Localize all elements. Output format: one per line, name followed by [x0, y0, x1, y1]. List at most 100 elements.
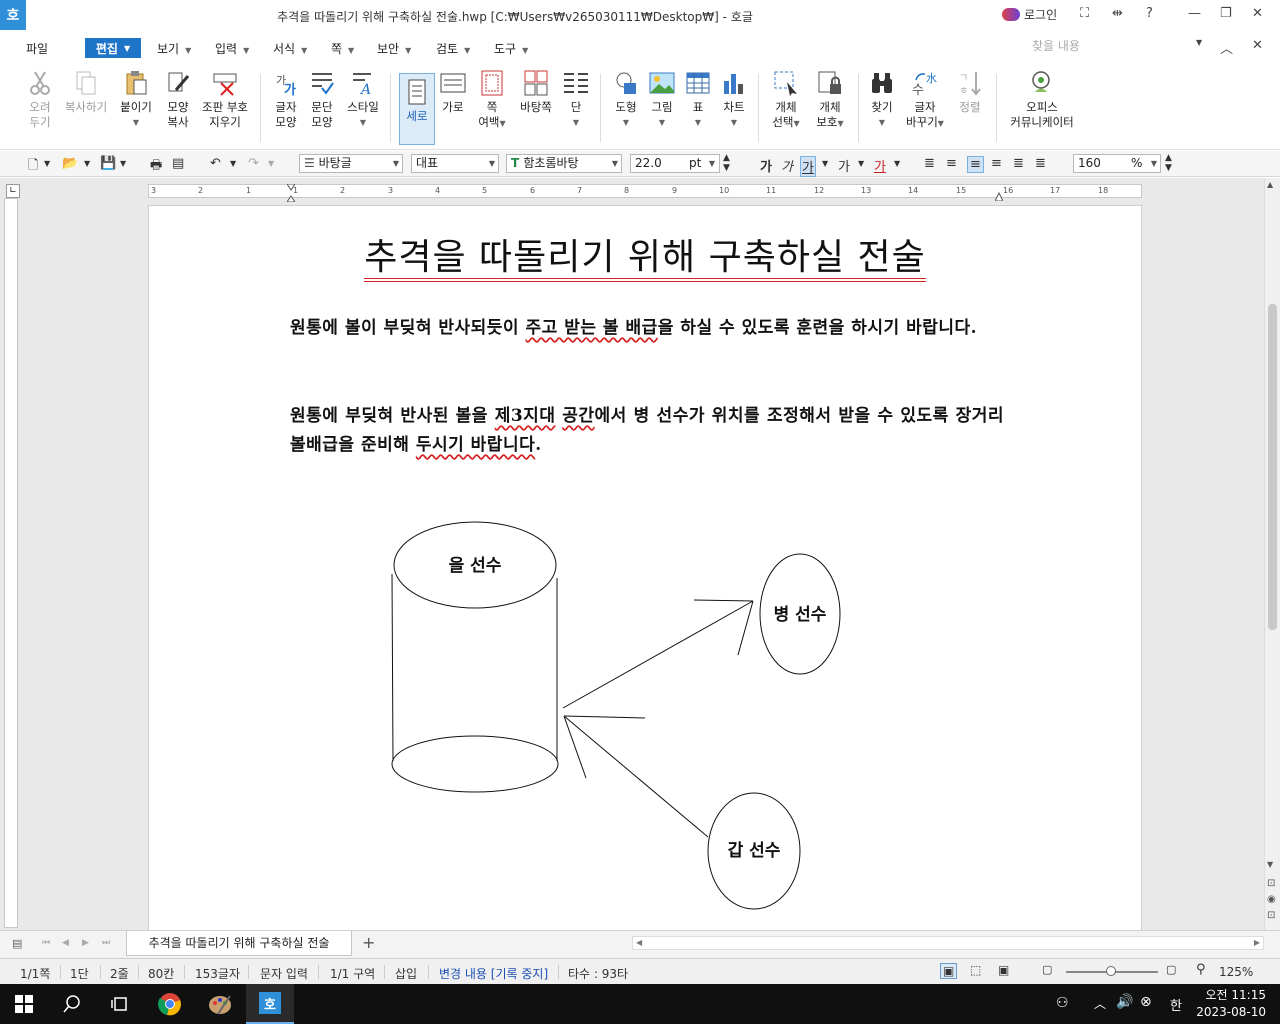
font-size-stepper[interactable]: ▲ ▼ — [723, 153, 730, 173]
vertical-scrollbar[interactable]: ▲ ▼ ⊡ ◉ ⊡ — [1264, 178, 1280, 930]
bold-button[interactable]: 가 — [760, 156, 772, 175]
ruler-indent-marker[interactable] — [286, 183, 296, 203]
divide-icon[interactable]: ≣ — [1035, 156, 1046, 171]
italic-button[interactable]: 가 — [781, 156, 793, 175]
font-size-input[interactable]: 22.0 pt ▼ — [630, 154, 720, 173]
last-tab-icon[interactable]: ⏭ — [102, 938, 110, 948]
horizontal-page-button[interactable]: 가로 — [438, 70, 468, 115]
zoom-fit-icon[interactable]: ▢ — [1042, 963, 1052, 976]
windows-start-icon[interactable] — [0, 984, 48, 1024]
document-title[interactable]: 추격을 따돌리기 위해 구축하실 전술 — [148, 228, 1142, 282]
add-tab-button[interactable]: + — [362, 933, 375, 952]
paste-button[interactable]: 붙이기 ▼ — [116, 70, 156, 130]
page-margin-button[interactable]: 쪽 여백▼ — [474, 70, 510, 131]
restore-button[interactable]: ❐ — [1220, 6, 1232, 21]
format-copy-button[interactable]: 모양 복사 — [160, 70, 196, 130]
open-folder-icon[interactable]: 📂 — [62, 156, 78, 171]
paragraph-1[interactable]: 원통에 볼이 부딪혀 반사되듯이 주고 받는 볼 배급을 하실 수 있도록 훈련… — [290, 314, 1004, 343]
status-page[interactable]: 1/1쪽 — [20, 965, 50, 982]
expand-width-icon[interactable]: ⇹ — [1112, 6, 1123, 21]
find-button[interactable]: 찾기 ▼ — [866, 70, 898, 130]
style-select[interactable]: ☰ 바탕글 ▼ — [299, 154, 403, 173]
prev-tab-icon[interactable]: ◀ — [62, 938, 69, 948]
scroll-thumb[interactable] — [1268, 304, 1277, 630]
status-track-changes[interactable]: 변경 내용 [기록 중지] — [439, 965, 548, 982]
sheet-list-icon[interactable]: ▤ — [12, 937, 22, 950]
hwp-taskbar-icon[interactable]: 호 — [246, 984, 294, 1024]
menu-edit[interactable]: 편집 ▼ — [85, 38, 141, 58]
font-select[interactable]: T 함초롬바탕 ▼ — [506, 154, 622, 173]
vertical-page-button[interactable]: 세로 — [399, 73, 435, 145]
menu-tools[interactable]: 도구 ▼ — [494, 40, 528, 57]
vertical-ruler[interactable] — [4, 198, 18, 928]
browse-object-icon[interactable]: ◉ — [1267, 894, 1276, 905]
ime-indicator[interactable]: 한 — [1170, 995, 1182, 1014]
chevron-down-icon[interactable]: ▼ — [268, 159, 274, 168]
sort-button[interactable]: ㄱㅎ 정렬 — [954, 70, 986, 115]
scroll-right-icon[interactable]: ▶ — [1254, 938, 1260, 947]
menu-page[interactable]: 쪽 ▼ — [331, 40, 354, 57]
search-dropdown-icon[interactable]: ▼ — [1196, 38, 1202, 47]
font-color-button[interactable]: 가 — [874, 156, 886, 175]
status-insert-mode[interactable]: 삽입 — [395, 965, 417, 982]
save-icon[interactable]: 💾 — [100, 156, 116, 171]
line-spacing-input[interactable]: 160% ▼ — [1073, 154, 1161, 173]
collapse-ribbon-icon[interactable]: ︿ — [1220, 38, 1233, 57]
pass-arrow-to-b[interactable] — [562, 599, 754, 709]
network-error-icon[interactable]: ⊗ — [1140, 994, 1152, 1010]
pass-arrow-from-a[interactable] — [563, 715, 709, 838]
search-icon[interactable] — [48, 984, 96, 1024]
scroll-up-icon[interactable]: ▲ — [1267, 180, 1273, 189]
undo-icon[interactable]: ↶ — [210, 156, 221, 171]
redo-icon[interactable]: ↷ — [248, 156, 259, 171]
chevron-down-icon[interactable]: ▼ — [858, 159, 864, 168]
people-icon[interactable]: ⚇ — [1056, 995, 1069, 1011]
background-page-button[interactable]: 바탕쪽 — [516, 70, 556, 115]
protect-object-button[interactable]: 개체 보호▼ — [810, 70, 850, 131]
paragraph-2[interactable]: 원통에 부딪혀 반사된 볼을 제3지대 공간에서 병 선수가 위치를 조정해서 … — [290, 402, 1004, 460]
view-width-icon[interactable]: ⬚ — [970, 963, 981, 977]
tab-document[interactable]: 추격을 따돌리기 위해 구축하실 전술 — [126, 931, 352, 956]
columns-button[interactable]: 단 ▼ — [562, 70, 590, 130]
office-communicator-button[interactable]: 오피스 커뮤니케이터 — [1004, 70, 1080, 130]
picture-button[interactable]: 그림 ▼ — [646, 70, 678, 130]
print-icon[interactable]: 🖶 — [150, 156, 162, 178]
page-up-icon[interactable]: ⊡ — [1267, 878, 1275, 889]
ruler-right-indent-marker[interactable] — [994, 190, 1004, 202]
underline-button[interactable]: 가 — [800, 156, 816, 177]
help-icon[interactable]: ? — [1146, 6, 1153, 21]
align-left-icon[interactable]: ≡ — [946, 156, 957, 171]
volume-icon[interactable]: 🔊 — [1116, 994, 1133, 1010]
line-spacing-stepper[interactable]: ▲ ▼ — [1165, 153, 1172, 173]
zoom-slider[interactable] — [1066, 966, 1158, 976]
view-full-icon[interactable]: ▣ — [998, 963, 1009, 977]
scroll-down-icon[interactable]: ▼ — [1267, 860, 1273, 869]
paint-icon[interactable] — [196, 984, 244, 1024]
shape-button[interactable]: 도형 ▼ — [608, 70, 644, 130]
minimize-button[interactable]: — — [1188, 6, 1201, 21]
menu-view[interactable]: 보기 ▼ — [157, 40, 191, 57]
chrome-icon[interactable] — [146, 984, 194, 1024]
tray-chevron-icon[interactable]: ︿ — [1094, 995, 1106, 1012]
taskbar-clock[interactable]: 오전 11:15 2023-08-10 — [1196, 987, 1266, 1021]
distribute-icon[interactable]: ≣ — [1013, 156, 1024, 171]
replace-button[interactable]: 수水 글자 바꾸기▼ — [902, 70, 948, 131]
view-page-icon[interactable]: ▣ — [940, 963, 958, 979]
search-input[interactable]: 찾을 내용 — [1028, 36, 1208, 56]
select-object-button[interactable]: 개체 선택▼ — [766, 70, 806, 131]
print-preview-icon[interactable]: ▤ — [172, 156, 184, 171]
chevron-down-icon[interactable]: ▼ — [120, 159, 126, 168]
menu-security[interactable]: 보안 ▼ — [377, 40, 411, 57]
next-tab-icon[interactable]: ▶ — [82, 938, 89, 948]
language-select[interactable]: 대표 ▼ — [411, 154, 499, 173]
table-button[interactable]: 표 ▼ — [682, 70, 714, 130]
menu-file[interactable]: 파일 — [26, 40, 48, 57]
status-section[interactable]: 1/1 구역 — [330, 965, 375, 982]
align-center-icon[interactable]: ≡ — [967, 156, 984, 173]
menu-insert[interactable]: 입력 ▼ — [215, 40, 249, 57]
scroll-left-icon[interactable]: ◀ — [636, 938, 642, 947]
close-button[interactable]: ✕ — [1252, 6, 1263, 21]
chevron-down-icon[interactable]: ▼ — [230, 159, 236, 168]
login-button[interactable]: 로그인 — [1002, 6, 1057, 23]
para-shape-button[interactable]: 문단 모양 — [304, 70, 340, 130]
